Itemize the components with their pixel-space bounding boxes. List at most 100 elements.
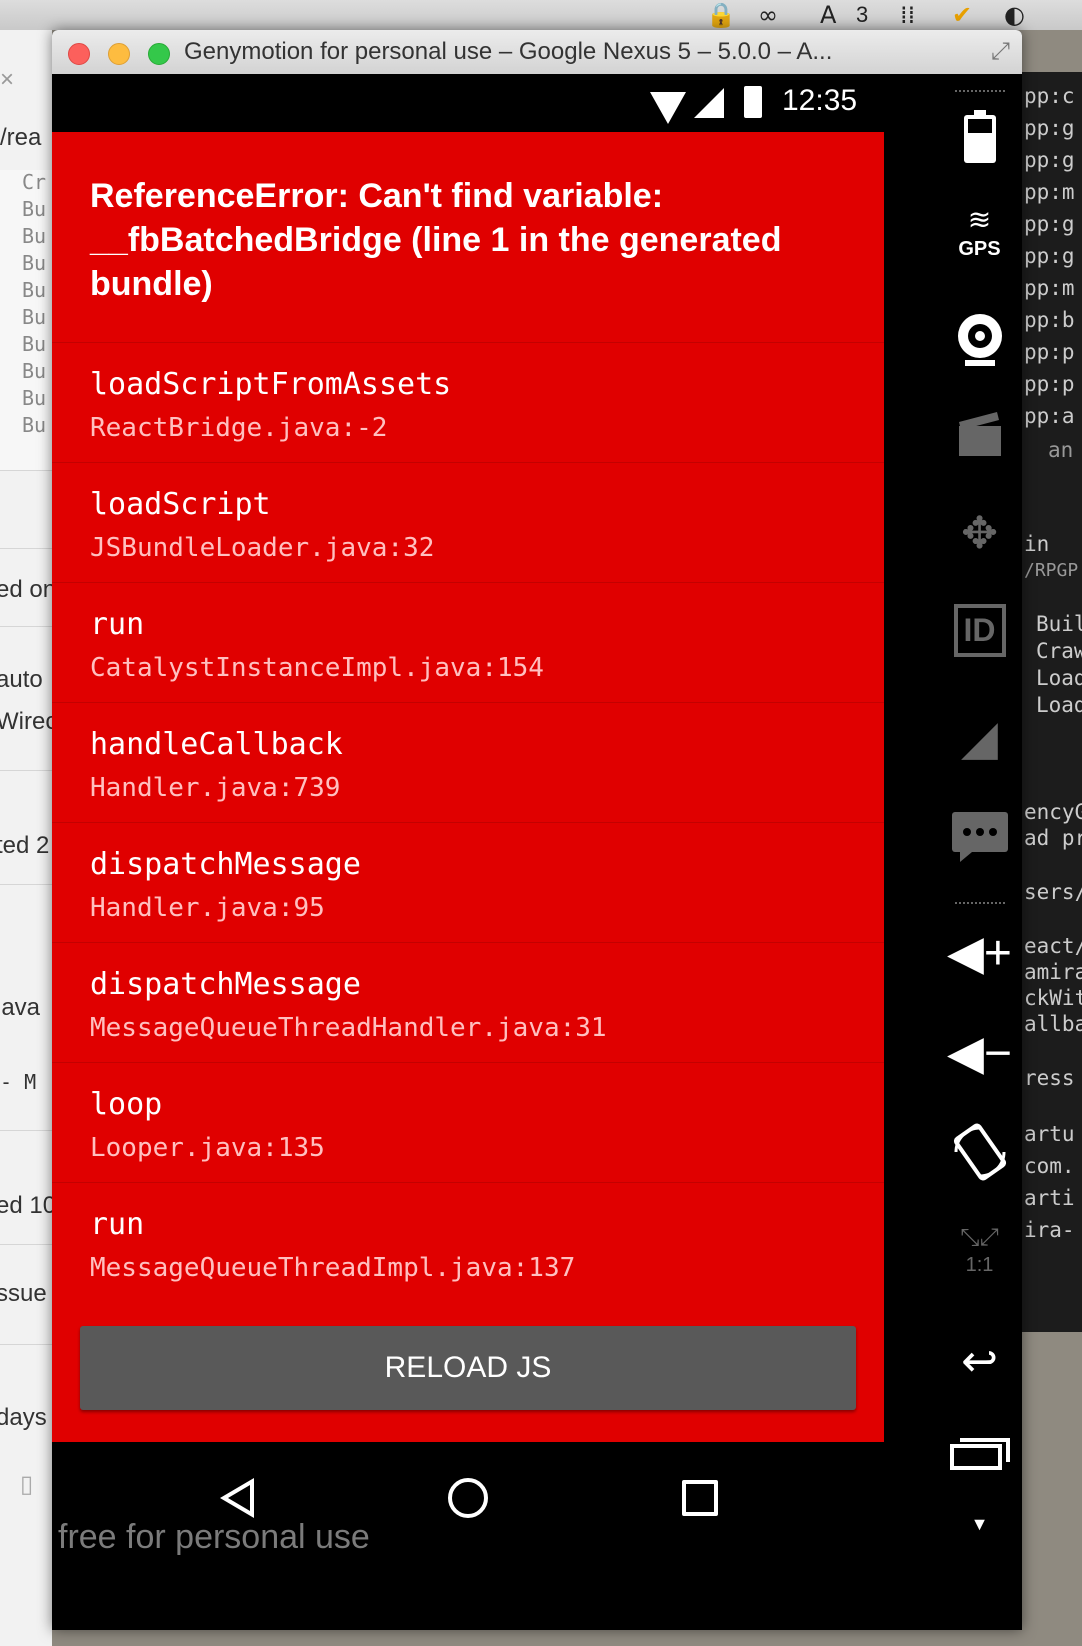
device-id-icon[interactable]: ID bbox=[937, 604, 1022, 657]
stack-frame-method: loadScriptFromAssets bbox=[90, 367, 452, 402]
recent-apps-icon[interactable] bbox=[682, 1480, 718, 1516]
minimize-button[interactable] bbox=[108, 43, 130, 65]
fullscreen-icon[interactable]: ⤢ bbox=[991, 38, 1010, 66]
terminal-line: arti bbox=[1024, 1186, 1075, 1210]
terminal-line: ckWit bbox=[1024, 986, 1082, 1010]
background-editor-window: × /rea Cr Bu Bu Bu Bu Bu Bu Bu Bu Bu ed … bbox=[0, 30, 52, 1646]
stack-frame[interactable]: handleCallback Handler.java:739 bbox=[52, 702, 884, 822]
webcam-icon[interactable] bbox=[937, 312, 1022, 373]
gps-icon[interactable]: ≋ bbox=[937, 206, 1022, 234]
back-nav-icon[interactable] bbox=[220, 1478, 254, 1518]
bg-row-text: ed on bbox=[0, 576, 52, 603]
terminal-line: pp:c bbox=[1024, 84, 1075, 108]
terminal-line: Load bbox=[1036, 693, 1082, 717]
divider bbox=[0, 470, 52, 471]
rotate-icon[interactable] bbox=[937, 1122, 1022, 1187]
genymotion-window: Genymotion for personal use – Google Nex… bbox=[52, 30, 1022, 1630]
watermark-text: free for personal use bbox=[58, 1518, 370, 1556]
terminal-line: pp:p bbox=[1024, 372, 1075, 396]
window-title: Genymotion for personal use – Google Nex… bbox=[184, 38, 833, 65]
bg-file-icon: ▯ bbox=[20, 1471, 34, 1498]
reload-js-button[interactable]: RELOAD JS bbox=[80, 1326, 856, 1410]
error-message: ReferenceError: Can't find variable: __f… bbox=[90, 177, 782, 303]
back-button-icon[interactable]: ↩ bbox=[937, 1336, 1022, 1387]
terminal-line: pp:g bbox=[1024, 244, 1075, 268]
divider bbox=[0, 1344, 52, 1345]
terminal-line: pp:m bbox=[1024, 276, 1075, 300]
terminal-line: sers/ bbox=[1024, 880, 1082, 904]
stack-frame[interactable]: dispatchMessage Handler.java:95 bbox=[52, 822, 884, 942]
pixel-perfect-icon[interactable]: ⤡⤢ bbox=[937, 1224, 1022, 1252]
background-terminal-window: pp:c pp:g pp:g pp:m pp:g pp:g pp:m pp:b … bbox=[1022, 72, 1082, 1332]
network-icon[interactable]: ◢ bbox=[937, 710, 1022, 766]
bg-list-item: Bu bbox=[22, 305, 47, 329]
stack-frame-location: MessageQueueThreadHandler.java:31 bbox=[90, 1013, 607, 1043]
bg-path-fragment: /rea bbox=[0, 124, 42, 151]
stack-frame-method: loadScript bbox=[90, 487, 271, 522]
recent-apps-button-icon[interactable] bbox=[937, 1436, 1022, 1477]
android-nav-bar: free for personal use bbox=[52, 1442, 937, 1630]
stack-frame[interactable]: run CatalystInstanceImpl.java:154 bbox=[52, 582, 884, 702]
maximize-button[interactable] bbox=[148, 43, 170, 65]
terminal-line: com. bbox=[1024, 1154, 1075, 1178]
close-button[interactable] bbox=[68, 43, 90, 65]
divider bbox=[0, 548, 52, 549]
stack-frame[interactable]: loadScriptFromAssets ReactBridge.java:-2 bbox=[52, 342, 884, 462]
screencast-icon[interactable] bbox=[937, 410, 1022, 463]
adobe-icon[interactable]: A bbox=[820, 2, 836, 28]
bg-row-text: java bbox=[0, 994, 41, 1021]
signal-icon bbox=[694, 88, 724, 118]
terminal-line: pp:m bbox=[1024, 180, 1075, 204]
creative-cloud-icon[interactable]: ∞ bbox=[758, 2, 778, 28]
terminal-line: ad pr bbox=[1024, 826, 1082, 850]
stack-frame-method: dispatchMessage bbox=[90, 967, 361, 1002]
stack-frame-location: MessageQueueThreadImpl.java:137 bbox=[90, 1253, 576, 1283]
terminal-line: /RPGP bbox=[1024, 560, 1079, 581]
stack-frame[interactable]: run MessageQueueThreadImpl.java:137 bbox=[52, 1182, 884, 1302]
terminal-line: encyG bbox=[1024, 800, 1082, 824]
lock-icon[interactable]: 🔒 bbox=[706, 2, 736, 28]
home-nav-icon[interactable] bbox=[448, 1478, 488, 1518]
bg-row-text: ted 2 bbox=[0, 832, 50, 859]
bg-list-item: Bu bbox=[22, 332, 47, 356]
volume-down-icon[interactable]: ◀− bbox=[937, 1026, 1022, 1082]
terminal-line: an bbox=[1048, 438, 1074, 462]
stack-frame[interactable]: dispatchMessage MessageQueueThreadHandle… bbox=[52, 942, 884, 1062]
terminal-line: allba bbox=[1024, 1012, 1082, 1036]
divider bbox=[955, 902, 1005, 904]
grid-icon[interactable]: ⁞⁞ bbox=[900, 2, 915, 28]
check-icon[interactable]: ✔ bbox=[952, 2, 972, 28]
wifi-icon bbox=[650, 92, 686, 124]
stack-frame-method: handleCallback bbox=[90, 727, 343, 762]
genymotion-side-toolbar: ≋ GPS ✥ ID ◢ ◀+ ◀− ⤡⤢ 1:1 ↩ ▼ bbox=[937, 74, 1022, 1630]
divider bbox=[0, 626, 52, 627]
terminal-line: pp:g bbox=[1024, 116, 1075, 140]
terminal-line: pp:g bbox=[1024, 148, 1075, 172]
bg-list-item: Bu bbox=[22, 197, 47, 221]
terminal-line: pp:a bbox=[1024, 404, 1075, 428]
bg-list-item: Bu bbox=[22, 224, 47, 248]
android-screen: 12:35 ReferenceError: Can't find variabl… bbox=[52, 74, 937, 1630]
sms-icon[interactable] bbox=[937, 810, 1022, 869]
bg-list-item: Bu bbox=[22, 278, 47, 302]
divider bbox=[955, 90, 1005, 92]
menubar-extra-icon[interactable]: ◐ bbox=[1004, 2, 1025, 28]
volume-up-icon[interactable]: ◀+ bbox=[937, 926, 1022, 982]
dpad-icon[interactable]: ✥ bbox=[937, 504, 1022, 564]
more-chevron-icon[interactable]: ▼ bbox=[937, 1514, 1022, 1535]
bg-row-text: ssue bbox=[0, 1280, 47, 1307]
stack-frame[interactable]: loop Looper.java:135 bbox=[52, 1062, 884, 1182]
redbox-error-screen: ReferenceError: Can't find variable: __f… bbox=[52, 132, 884, 1442]
terminal-line: amira bbox=[1024, 960, 1082, 984]
bg-row-text: Wirec bbox=[0, 708, 52, 735]
divider bbox=[0, 884, 52, 885]
bg-code-list: Cr Bu Bu Bu Bu Bu Bu Bu Bu Bu bbox=[0, 170, 52, 470]
bg-list-item: Bu bbox=[22, 413, 47, 437]
terminal-line: ress bbox=[1024, 1066, 1075, 1090]
battery-widget-icon[interactable] bbox=[937, 110, 1022, 169]
menubar-badge-count: 3 bbox=[856, 2, 869, 27]
android-status-bar: 12:35 bbox=[52, 74, 937, 132]
terminal-line: Craw bbox=[1036, 639, 1082, 663]
stack-frame[interactable]: loadScript JSBundleLoader.java:32 bbox=[52, 462, 884, 582]
window-titlebar[interactable]: Genymotion for personal use – Google Nex… bbox=[52, 30, 1022, 75]
